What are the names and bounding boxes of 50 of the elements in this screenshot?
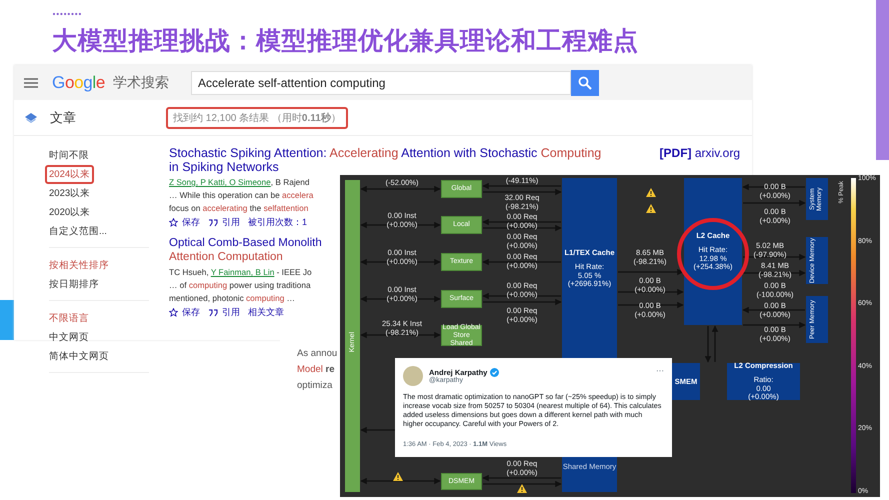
result-action-link[interactable]: 引用: [222, 306, 240, 319]
articles-icon: [25, 112, 37, 122]
result-snippet: mentioned, photonic computing …: [169, 292, 296, 305]
filter-link[interactable]: 按日期排序: [45, 275, 103, 294]
product-name: 学术搜索: [113, 74, 170, 92]
avatar: [403, 366, 423, 386]
menu-icon[interactable]: [24, 78, 38, 88]
result-snippet: focus on accelerating the selfattention: [169, 202, 310, 215]
result-authors: Z Song, P Katti, O Simeone, B Rajend: [169, 176, 311, 189]
article-text: As annou: [297, 348, 338, 359]
filter-link[interactable]: 不限语言: [45, 309, 93, 328]
filter-link[interactable]: 2020以来: [45, 203, 94, 222]
section-title: 文章: [50, 108, 77, 126]
filter-link[interactable]: 2024以来: [45, 165, 94, 184]
warning-icon: [517, 484, 527, 493]
logo[interactable]: Google: [52, 72, 106, 92]
filter-link[interactable]: 2023以来: [45, 184, 94, 203]
more-button[interactable]: ···: [656, 366, 664, 375]
result-authors: TC Hsueh, Y Fainman, B Lin - IEEE Jo: [169, 266, 313, 279]
result-action-link[interactable]: 保存: [182, 216, 200, 229]
dot-row-decoration: [52, 12, 82, 16]
filter-link[interactable]: 简体中文网页: [45, 347, 113, 366]
quote-icon[interactable]: [208, 308, 218, 316]
result-action-link[interactable]: 保存: [182, 306, 200, 319]
search-field[interactable]: Accelerate self-attention computing: [191, 70, 572, 94]
pdf-link[interactable]: [PDF] arxiv.org: [660, 146, 740, 160]
star-icon[interactable]: [169, 308, 178, 317]
article-text: Model re: [297, 364, 336, 375]
filter-link[interactable]: 中文网页: [45, 328, 93, 347]
warning-icon: [646, 204, 656, 213]
result-title-link[interactable]: Stochastic Spiking Attention: Accelerating Attention with Stochastic Computing in Spiking Networks: [169, 146, 609, 174]
warning-icon: [646, 188, 656, 197]
result-count: 找到约 12,100 条结果 （用时0.11秒）: [166, 106, 348, 128]
result-action-link[interactable]: 相关文章: [248, 306, 284, 319]
result-snippet: … of computing power using traditiona: [169, 279, 312, 292]
result-action-link[interactable]: 被引用次数：1: [248, 216, 308, 229]
warning-icon: [393, 472, 403, 481]
result-title-link[interactable]: Optical Comb-Based Monolith Attention Computation: [169, 236, 321, 264]
search-button[interactable]: [571, 70, 600, 96]
slide-title: 大模型推理挑战：模型推理优化兼具理论和工程难点: [52, 26, 638, 57]
quote-icon[interactable]: [208, 218, 218, 226]
star-icon[interactable]: [169, 218, 178, 227]
result-action-link[interactable]: 引用: [222, 216, 240, 229]
accent-bar: [0, 300, 14, 340]
filter-link[interactable]: 按相关性排序: [45, 256, 113, 275]
filter-link[interactable]: 自定义范围...: [45, 222, 111, 241]
search-icon: [578, 76, 592, 90]
filter-link[interactable]: 时间不限: [45, 146, 93, 165]
result-snippet: … While this operation can be accelera: [169, 189, 314, 202]
article-text: optimiza: [297, 380, 334, 391]
